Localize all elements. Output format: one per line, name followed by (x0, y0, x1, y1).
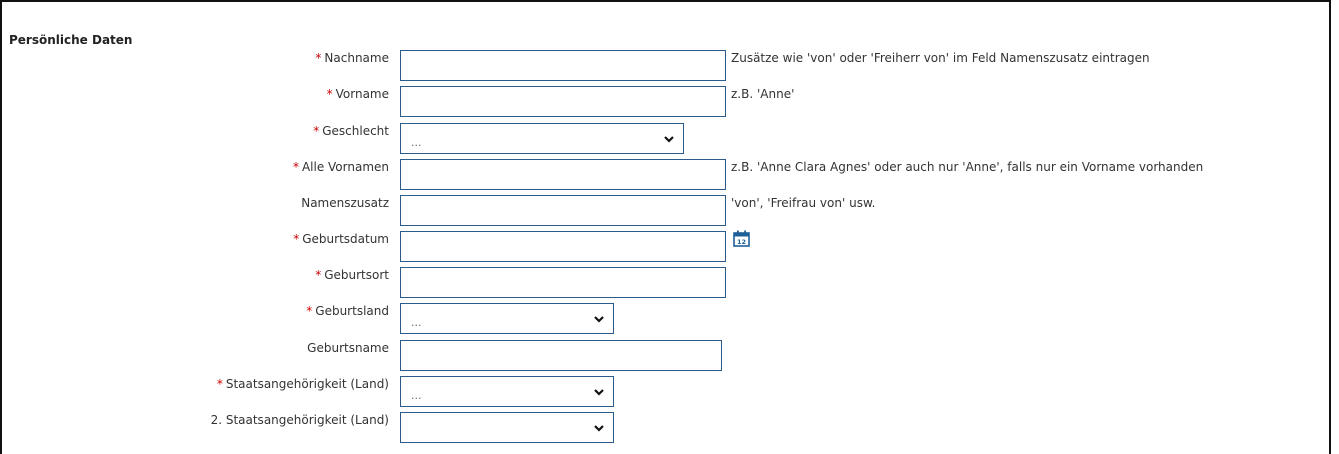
row-geschlecht: * Geschlecht ... (0, 123, 1330, 155)
geschlecht-select[interactable]: ... (400, 123, 684, 154)
calendar-icon-day: 12 (737, 238, 746, 246)
label-namenszusatz: Namenszusatz (301, 196, 389, 210)
chevron-down-icon (664, 136, 674, 143)
geburtsland-selected-value: ... (411, 316, 422, 329)
required-marker: * (292, 160, 299, 174)
geschlecht-selected-value: ... (411, 136, 422, 149)
row-geburtsdatum: * Geburtsdatum 12 (0, 230, 1330, 263)
label-geburtsort: * Geburtsort (315, 268, 389, 282)
geburtsort-input[interactable] (400, 267, 726, 298)
nachname-input[interactable] (400, 50, 726, 81)
label-geschlecht: * Geschlecht (313, 124, 389, 138)
required-marker: * (326, 87, 333, 101)
staatsangehoerigkeit-select[interactable]: ... (400, 376, 614, 407)
hint-vorname: z.B. 'Anne' (731, 87, 795, 101)
row-vorname: * Vorname z.B. 'Anne' (0, 86, 1330, 118)
staatsangehoerigkeit-selected-value: ... (411, 389, 422, 402)
required-marker: * (315, 51, 322, 65)
required-marker: * (313, 124, 320, 138)
hint-nachname: Zusätze wie 'von' oder 'Freiherr von' im… (731, 51, 1150, 65)
row-nachname: * Nachname Zusätze wie 'von' oder 'Freihe… (0, 50, 1330, 82)
calendar-icon[interactable]: 12 (733, 230, 750, 247)
label-staatsangehoerigkeit-2: 2. Staatsangehörigkeit (Land) (210, 413, 389, 427)
label-geburtsdatum: * Geburtsdatum (293, 232, 389, 246)
required-marker: * (293, 232, 300, 246)
section-title: Persönliche Daten (9, 33, 133, 47)
required-marker: * (315, 268, 322, 282)
vorname-input[interactable] (400, 86, 726, 117)
label-geburtsname: Geburtsname (307, 341, 389, 355)
chevron-down-icon (594, 389, 604, 396)
geburtsdatum-input[interactable] (400, 231, 726, 262)
alle-vornamen-input[interactable] (400, 159, 726, 190)
hint-namenszusatz: 'von', 'Freifrau von' usw. (731, 196, 876, 210)
row-geburtsname: Geburtsname (0, 340, 1330, 372)
chevron-down-icon (594, 425, 604, 432)
label-alle-vornamen: * Alle Vornamen (292, 160, 389, 174)
chevron-down-icon (594, 316, 604, 323)
required-marker: * (216, 377, 223, 391)
label-geburtsland: * Geburtsland (306, 304, 389, 318)
row-staatsangehoerigkeit-2: 2. Staatsangehörigkeit (Land) (0, 412, 1330, 444)
row-staatsangehoerigkeit: * Staatsangehörigkeit (Land) ... (0, 376, 1330, 408)
label-vorname: * Vorname (326, 87, 389, 101)
row-geburtsort: * Geburtsort (0, 267, 1330, 299)
label-staatsangehoerigkeit: * Staatsangehörigkeit (Land) (216, 377, 389, 391)
staatsangehoerigkeit-2-select[interactable] (400, 412, 614, 443)
label-nachname: * Nachname (315, 51, 389, 65)
row-namenszusatz: Namenszusatz 'von', 'Freifrau von' usw. (0, 195, 1330, 227)
row-alle-vornamen: * Alle Vornamen z.B. 'Anne Clara Agnes' o… (0, 159, 1330, 191)
geburtsland-select[interactable]: ... (400, 303, 614, 334)
row-geburtsland: * Geburtsland ... (0, 303, 1330, 335)
namenszusatz-input[interactable] (400, 195, 726, 226)
hint-alle-vornamen: z.B. 'Anne Clara Agnes' oder auch nur 'A… (731, 160, 1204, 174)
required-marker: * (306, 304, 313, 318)
geburtsname-input[interactable] (400, 340, 722, 371)
